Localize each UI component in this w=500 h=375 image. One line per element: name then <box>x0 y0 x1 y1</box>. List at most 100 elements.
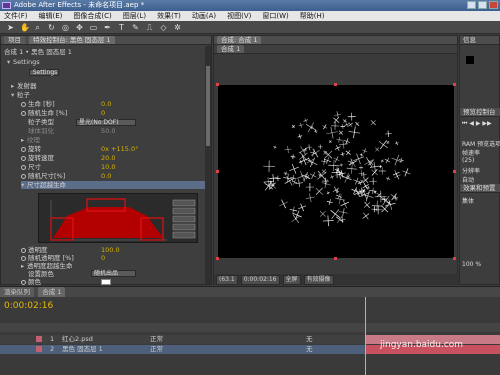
menu-view[interactable]: 视图(V) <box>227 11 251 21</box>
brush-tool-icon[interactable]: ✎ <box>131 23 140 32</box>
stamp-tool-icon[interactable]: ⎍ <box>145 23 154 32</box>
selection-tool-icon[interactable]: ➤ <box>6 23 15 32</box>
close-button[interactable] <box>489 1 498 9</box>
preset-button-3[interactable] <box>172 215 196 223</box>
eraser-tool-icon[interactable]: ◇ <box>159 23 168 32</box>
layer-mode[interactable]: 正常 <box>150 335 163 344</box>
size-value[interactable]: 10.0 <box>101 163 115 171</box>
handle-bottom-left[interactable] <box>216 257 219 260</box>
maximize-button[interactable] <box>478 1 487 9</box>
row-particle[interactable]: ▾ 粒子 <box>11 91 30 99</box>
preset-button-1[interactable] <box>172 199 196 207</box>
effects-presets-tab[interactable]: 效果和预置 <box>460 184 500 193</box>
mask-tool-icon[interactable]: ▭ <box>89 23 98 32</box>
handle-mid-left[interactable] <box>216 170 219 173</box>
roto-tool-icon[interactable]: ✲ <box>173 23 182 32</box>
hand-tool-icon[interactable]: ✋ <box>20 23 30 32</box>
stopwatch-icon[interactable] <box>21 155 26 161</box>
layer-mode[interactable]: 正常 <box>150 345 163 354</box>
random-size-value[interactable]: 0.0 <box>101 172 111 180</box>
handle-top-center[interactable] <box>334 83 337 86</box>
preset-button-2[interactable] <box>172 207 196 215</box>
row-texture[interactable]: ▸ 纹理 <box>21 136 40 144</box>
resolution-value[interactable]: 自动 <box>462 175 474 184</box>
rotation-value[interactable]: 0x +115.0° <box>101 145 138 153</box>
stopwatch-icon[interactable] <box>21 255 26 261</box>
color-swatch[interactable] <box>101 279 111 285</box>
minimize-button[interactable] <box>467 1 476 9</box>
size-over-life-graph[interactable] <box>38 193 198 243</box>
tab-composition[interactable]: 合成: 合成 1 <box>217 36 262 44</box>
tab-effect-controls[interactable]: 特效控制台: 黑色 固态层 1 <box>29 36 115 44</box>
row-emitter[interactable]: ▸ 发射器 <box>11 82 37 90</box>
menu-effect[interactable]: 效果(T) <box>157 11 181 21</box>
tab-render-queue[interactable]: 渲染队列 <box>0 287 34 297</box>
stopwatch-icon[interactable] <box>21 101 26 107</box>
text-tool-icon[interactable]: T <box>117 23 126 32</box>
menu-animation[interactable]: 动画(A) <box>192 11 216 21</box>
handle-bottom-right[interactable] <box>453 257 456 260</box>
camera-dropdown[interactable]: 有效摄像 <box>303 274 334 285</box>
handle-top-right[interactable] <box>453 83 456 86</box>
tab-timeline-comp[interactable]: 合成 1 <box>38 287 66 297</box>
particle-type-dropdown[interactable]: 星光(No DOF) <box>76 119 136 126</box>
menu-edit[interactable]: 编辑(E) <box>39 11 63 21</box>
life-value[interactable]: 0.0 <box>101 100 111 108</box>
menu-layer[interactable]: 图层(L) <box>123 11 146 21</box>
rotate-tool-icon[interactable]: ↻ <box>47 23 56 32</box>
menu-window[interactable]: 窗口(W) <box>262 11 288 21</box>
opacity-value[interactable]: 100.0 <box>101 246 120 254</box>
stopwatch-icon[interactable] <box>21 110 26 116</box>
stopwatch-icon[interactable] <box>21 247 26 253</box>
playhead[interactable] <box>365 297 366 375</box>
stopwatch-icon[interactable] <box>21 146 26 152</box>
menu-composition[interactable]: 图像合成(C) <box>73 11 111 21</box>
camera-tool-icon[interactable]: ◎ <box>61 23 70 32</box>
zoom-tool-icon[interactable]: ⌕ <box>33 23 42 32</box>
effects-search-label[interactable]: 集体 <box>462 196 474 205</box>
row-size-over-life[interactable]: ▾ 尺寸超越生命 <box>21 181 206 189</box>
scrollbar-thumb[interactable] <box>206 66 210 146</box>
sphere-feather-value[interactable]: 50.0 <box>101 127 115 135</box>
zoom-dropdown[interactable]: (63.1 <box>216 274 238 285</box>
row-opacity-over-life[interactable]: ▸ 透明度超越生命 <box>21 262 73 270</box>
handle-top-left[interactable] <box>216 83 219 86</box>
preview-tab[interactable]: 预览控制台 <box>460 108 500 117</box>
handle-bottom-center[interactable] <box>334 257 337 260</box>
layer-parent[interactable]: 无 <box>306 345 313 354</box>
percent-value[interactable]: 100 % <box>462 261 481 268</box>
stopwatch-icon[interactable] <box>21 173 26 179</box>
layer-name[interactable]: 红心2.psd <box>62 335 93 344</box>
frame-rate-value[interactable]: (25) <box>462 157 474 164</box>
layer-label-color[interactable] <box>36 346 42 352</box>
sparkle <box>298 203 307 212</box>
rotation-speed-value[interactable]: 20.0 <box>101 154 115 162</box>
timeline-timecode[interactable]: 0:00:02:16 <box>4 301 53 311</box>
effect-panel-scrollbar[interactable] <box>205 46 211 284</box>
settings-group[interactable]: ▾ Settings <box>7 58 40 66</box>
size-curve-graph[interactable] <box>39 194 199 244</box>
handle-mid-right[interactable] <box>453 170 456 173</box>
menu-help[interactable]: 帮助(H) <box>300 11 325 21</box>
view-dropdown[interactable]: 全屏 <box>282 274 301 285</box>
info-tab[interactable]: 信息 <box>460 36 499 45</box>
set-color-dropdown[interactable]: 随机出品 <box>91 270 136 277</box>
random-life-value[interactable]: 0 <box>101 109 105 117</box>
preset-button-5[interactable] <box>172 231 196 239</box>
playback-controls[interactable]: ⏮ ◀ ▶ ▶▶ <box>462 120 492 128</box>
menu-file[interactable]: 文件(F) <box>4 11 28 21</box>
layer-label-color[interactable] <box>36 336 42 342</box>
comp-timecode[interactable]: 0:00:02:16 <box>240 274 280 285</box>
tab-project[interactable]: 项目 <box>4 36 25 44</box>
comp-viewer[interactable] <box>216 83 456 260</box>
stopwatch-icon[interactable] <box>21 164 26 170</box>
pen-tool-icon[interactable]: ✒ <box>103 23 112 32</box>
layer-name[interactable]: 黑色 固态层 1 <box>62 345 103 354</box>
preset-button-4[interactable] <box>172 223 196 231</box>
settings-button[interactable]: Settings <box>29 69 59 76</box>
layer-parent[interactable]: 无 <box>306 335 313 344</box>
pan-behind-tool-icon[interactable]: ✥ <box>75 23 84 32</box>
stopwatch-icon[interactable] <box>21 279 26 285</box>
random-opacity-value[interactable]: 0 <box>101 254 105 262</box>
tab-comp-1[interactable]: 合成 1 <box>217 45 245 53</box>
